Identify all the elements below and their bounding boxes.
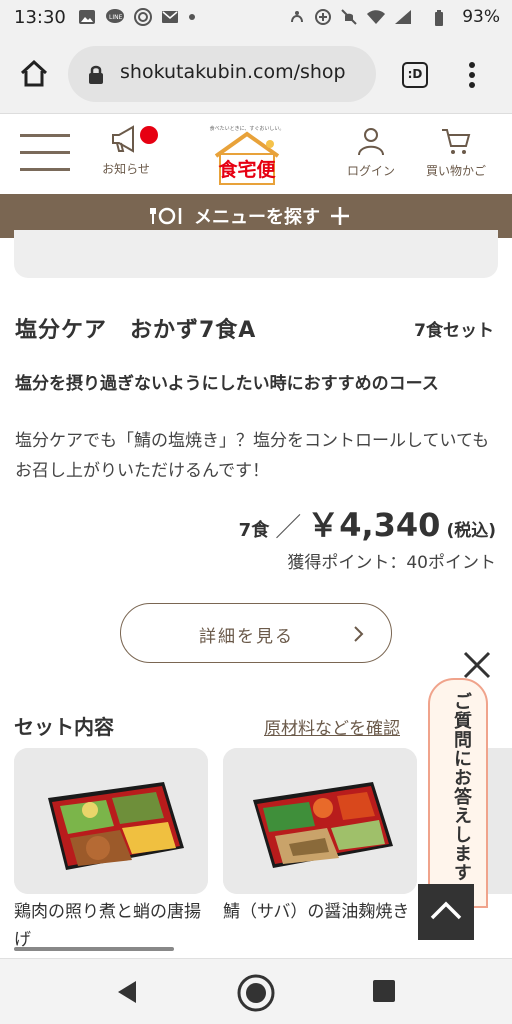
image-icon [79,10,95,24]
product-card[interactable]: 鶏肉の照り煮と蛸の唐揚げ [14,748,208,954]
bento-image [223,748,417,894]
hamburger-line [20,151,70,154]
detail-button-label: 詳細を見る [199,627,294,647]
line-icon: LINE [106,9,124,23]
status-time: 13:30 [14,7,66,28]
mute-icon [341,9,357,25]
bento-image [14,748,208,894]
site-logo[interactable]: 食べたいときに、すぐおいしい。 食宅便 [206,120,288,190]
product-name: 鯖（サバ）の醤油麹焼き [223,902,410,922]
target-icon [134,8,152,26]
wifi-icon [367,10,385,24]
set-count: 7食セット [414,321,494,341]
notice-label: お知らせ [102,162,150,176]
product-description: 塩分ケアでも「鯖の塩焼き」？塩分をコントロールしていてもお召し上がりいただけるん… [15,431,490,481]
login-button[interactable]: ログイン [338,126,404,179]
login-label: ログイン [346,164,395,178]
nfc-icon [291,11,303,23]
status-system-icons [288,8,412,26]
scroll-to-top-button[interactable] [418,884,474,940]
status-bar: 13:30 LINE 93% [0,0,512,36]
system-navigation-bar [0,958,512,1024]
svg-text:LINE: LINE [109,14,123,21]
plus-icon [331,207,349,225]
url-text: shokutakubin.com/shop [120,61,346,83]
status-notification-icons: LINE [78,8,196,26]
price-line: 7食 ／ ￥4,340 (税込) [239,500,496,546]
home-icon[interactable] [18,58,50,90]
product-card[interactable]: 鯖（サバ）の醤油麹焼き [223,748,417,926]
tab-switcher-button[interactable]: :D [402,62,428,88]
price-value: ￥4,340 [307,506,441,544]
back-icon[interactable] [116,979,138,1005]
hamburger-line [20,168,70,171]
close-icon[interactable] [462,650,492,680]
carousel-scroll-indicator [14,947,174,951]
detail-button[interactable]: 詳細を見る [120,603,392,663]
browser-toolbar: shokutakubin.com/shop :D [0,36,512,114]
signal-icon [395,10,411,24]
hamburger-menu-button[interactable] [20,132,70,172]
mail-icon [162,11,178,23]
address-bar[interactable]: shokutakubin.com/shop [68,46,376,102]
points-earned: 獲得ポイント：40ポイント [287,553,496,573]
battery-icon [435,10,443,26]
battery-level: 93% [462,7,500,27]
logo-text: 食宅便 [218,158,276,181]
home-nav-icon[interactable] [236,973,276,1013]
product-name: 鶏肉の照り煮と蛸の唐揚げ [14,902,201,950]
price-separator: ／ [275,513,302,543]
notification-badge [140,126,158,144]
hamburger-line [20,134,70,137]
product-image-card [14,230,498,278]
site-header: お知らせ 食べたいときに、すぐおいしい。 食宅便 ログイン 買い物かご [0,114,512,194]
chevron-up-icon [430,901,462,920]
ingredients-link[interactable]: 原材料などを確認 [264,714,400,739]
set-contents-title: セット内容 [14,715,114,739]
faq-tab[interactable]: ご質問にお答えします [428,678,488,908]
price-tax-note: (税込) [446,521,496,541]
more-menu-icon[interactable] [462,60,482,90]
dot-icon [189,14,195,20]
chevron-right-icon [354,626,364,642]
logo-tagline: 食べたいときに、すぐおいしい。 [210,125,285,132]
cart-icon [442,129,471,154]
cart-label: 買い物かご [425,164,486,178]
lock-icon [89,65,103,84]
product-title: 塩分ケア おかず7食A [15,318,257,343]
tableware-icon [150,207,182,225]
faq-label: ご質問にお答えします [451,692,472,882]
recents-icon[interactable] [372,979,396,1003]
cart-button[interactable]: 買い物かご [416,126,496,179]
megaphone-icon [112,125,134,153]
product-lead: 塩分を摂り過ぎないようにしたい時におすすめのコース [15,374,439,394]
price-quantity: 7食 [238,520,270,541]
menu-search-label: メニューを探す [194,207,320,228]
data-saver-icon [315,9,331,25]
user-icon [358,128,384,156]
